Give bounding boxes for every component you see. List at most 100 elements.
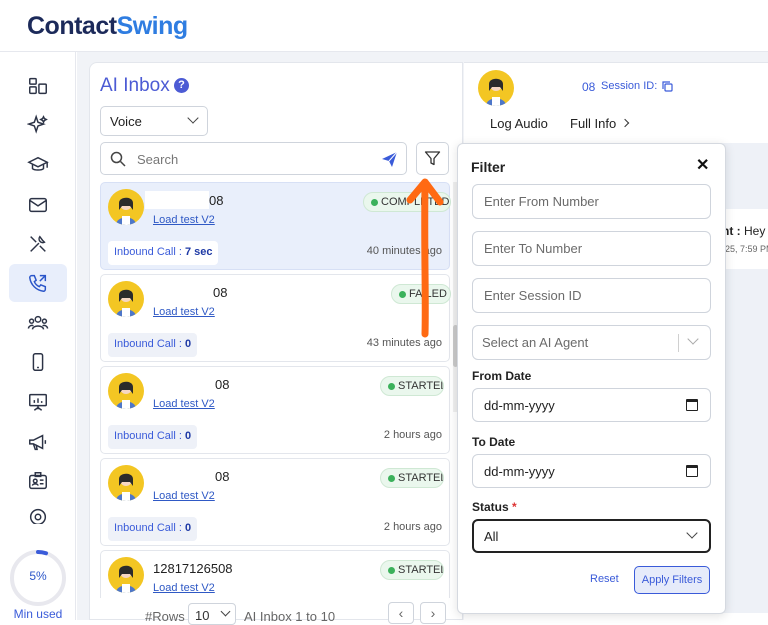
conversation-card[interactable]: 12817126508 Load test V2 STARTED bbox=[100, 550, 450, 598]
agent-link[interactable]: Load test V2 bbox=[153, 490, 215, 502]
from-number-input[interactable] bbox=[472, 184, 711, 219]
contact-name: 12817126508 bbox=[153, 561, 233, 576]
inbound-label: Inbound Call : bbox=[114, 430, 185, 442]
inbound-duration: 7 sec bbox=[184, 246, 213, 258]
agent-link[interactable]: Load test V2 bbox=[153, 306, 215, 318]
chat-body: Hey bbox=[740, 224, 766, 238]
inbound-duration: 0 bbox=[184, 522, 192, 534]
graduation-cap-icon[interactable] bbox=[9, 146, 67, 184]
avatar bbox=[108, 189, 144, 225]
dashboard-icon[interactable] bbox=[9, 67, 67, 105]
contact-name: 08 bbox=[215, 377, 230, 392]
timestamp: 43 minutes ago bbox=[366, 337, 442, 349]
conversation-card[interactable]: 08 Load test V2 FAILED Inbound Call : 0 … bbox=[100, 274, 451, 362]
rows-per-page-select[interactable]: 10 bbox=[188, 603, 236, 625]
sparkle-icon[interactable] bbox=[9, 106, 67, 144]
id-card-icon[interactable] bbox=[9, 462, 67, 500]
to-number-input[interactable] bbox=[472, 231, 711, 266]
status-badge: STARTED bbox=[380, 468, 444, 488]
session-id-input[interactable] bbox=[472, 278, 711, 313]
usage-label: Min used bbox=[13, 607, 63, 621]
inbound-call-chip: Inbound Call : 0 bbox=[108, 333, 198, 357]
chevron-down-icon bbox=[220, 606, 231, 617]
calendar-icon[interactable] bbox=[686, 465, 698, 477]
users-icon[interactable] bbox=[9, 304, 67, 342]
brand-logo-part2: Swing bbox=[116, 12, 189, 40]
conversation-card[interactable]: 08 Load test V2 STARTED Inbound Call : 0… bbox=[100, 366, 450, 454]
contact-name: 08 bbox=[209, 193, 224, 208]
prev-page-button[interactable]: ‹ bbox=[388, 602, 414, 624]
megaphone-icon[interactable] bbox=[9, 423, 67, 461]
mail-icon[interactable] bbox=[9, 186, 67, 224]
status-label-text: Status bbox=[472, 500, 509, 514]
mobile-icon[interactable] bbox=[9, 343, 67, 381]
chevron-down-icon bbox=[187, 112, 199, 124]
to-date-label: To Date bbox=[472, 435, 516, 449]
agent-link[interactable]: Load test V2 bbox=[153, 214, 215, 226]
search-icon bbox=[110, 151, 126, 167]
from-date-input[interactable]: dd-mm-yyyy bbox=[472, 388, 711, 422]
status-select[interactable]: All bbox=[472, 519, 711, 553]
reset-button[interactable]: Reset bbox=[590, 573, 619, 585]
channel-select-value: Voice bbox=[110, 114, 142, 129]
copy-icon[interactable] bbox=[662, 81, 673, 92]
detail-contact-number: 08 bbox=[582, 80, 596, 94]
inbound-call-chip: Inbound Call : 0 bbox=[108, 517, 198, 541]
to-date-value: dd-mm-yyyy bbox=[484, 464, 555, 479]
filter-button[interactable] bbox=[416, 142, 449, 175]
inbound-call-chip: Inbound Call : 0 bbox=[108, 425, 198, 449]
close-icon[interactable]: ✕ bbox=[696, 155, 709, 175]
timestamp: 2 hours ago bbox=[383, 429, 442, 441]
search-input[interactable] bbox=[137, 149, 367, 169]
inbound-label: Inbound Call : bbox=[114, 246, 185, 258]
avatar bbox=[108, 281, 144, 317]
inbound-call-chip: Inbound Call : 7 sec bbox=[108, 241, 219, 265]
inbound-label: Inbound Call : bbox=[114, 338, 185, 350]
usage-percent: 5% bbox=[29, 569, 47, 583]
presentation-icon[interactable] bbox=[9, 383, 67, 421]
rows-per-page-value: 10 bbox=[195, 608, 210, 623]
agent-link[interactable]: Load test V2 bbox=[153, 582, 215, 594]
contact-name: 08 bbox=[215, 469, 230, 484]
inbound-label: Inbound Call : bbox=[114, 522, 185, 534]
ai-agent-select[interactable]: Select an AI Agent bbox=[472, 325, 711, 360]
required-marker: * bbox=[512, 500, 517, 514]
partial-menu-icon[interactable] bbox=[9, 506, 67, 524]
next-page-button[interactable]: › bbox=[420, 602, 446, 624]
brand-logo-part1: Contact bbox=[27, 12, 117, 40]
help-icon[interactable]: ? bbox=[174, 78, 189, 93]
from-date-value: dd-mm-yyyy bbox=[484, 398, 555, 413]
chat-message-text: nt : Hey bbox=[722, 224, 765, 238]
status-label: Status * bbox=[472, 500, 517, 514]
apply-filters-button[interactable]: Apply Filters bbox=[634, 566, 710, 594]
chevron-down-icon bbox=[686, 527, 698, 539]
to-date-input[interactable]: dd-mm-yyyy bbox=[472, 454, 711, 488]
tab-log-audio[interactable]: Log Audio bbox=[490, 116, 548, 131]
conversation-card[interactable]: 08 Load test V2 STARTED Inbound Call : 0… bbox=[100, 458, 450, 546]
calendar-icon[interactable] bbox=[686, 399, 698, 411]
brand-logo[interactable]: ContactSwing bbox=[27, 12, 188, 41]
from-date-label: From Date bbox=[472, 369, 532, 383]
send-icon[interactable] bbox=[381, 151, 398, 168]
agent-link[interactable]: Load test V2 bbox=[153, 398, 215, 410]
phone-call-icon[interactable] bbox=[9, 264, 67, 302]
session-id-label: Session ID: bbox=[601, 80, 658, 92]
conversation-card[interactable]: 08 Load test V2 COMPLETED Inbound Call :… bbox=[100, 182, 451, 270]
status-select-value: All bbox=[484, 529, 499, 544]
avatar bbox=[108, 557, 144, 593]
top-bar: ContactSwing bbox=[0, 0, 768, 52]
avatar bbox=[108, 373, 144, 409]
status-badge: STARTED bbox=[380, 560, 444, 580]
contact-name: 08 bbox=[213, 285, 228, 300]
rows-label: #Rows bbox=[145, 609, 185, 624]
inbound-duration: 0 bbox=[184, 430, 192, 442]
inbound-duration: 0 bbox=[184, 338, 192, 350]
chevron-down-icon bbox=[687, 333, 699, 345]
page-range: AI Inbox 1 to 10 bbox=[244, 609, 336, 624]
avatar bbox=[108, 465, 144, 501]
channel-select[interactable]: Voice bbox=[100, 106, 208, 136]
tab-full-info[interactable]: Full Info bbox=[570, 116, 616, 131]
tools-icon[interactable] bbox=[9, 225, 67, 263]
redaction-mask bbox=[145, 191, 209, 209]
avatar bbox=[478, 70, 514, 106]
